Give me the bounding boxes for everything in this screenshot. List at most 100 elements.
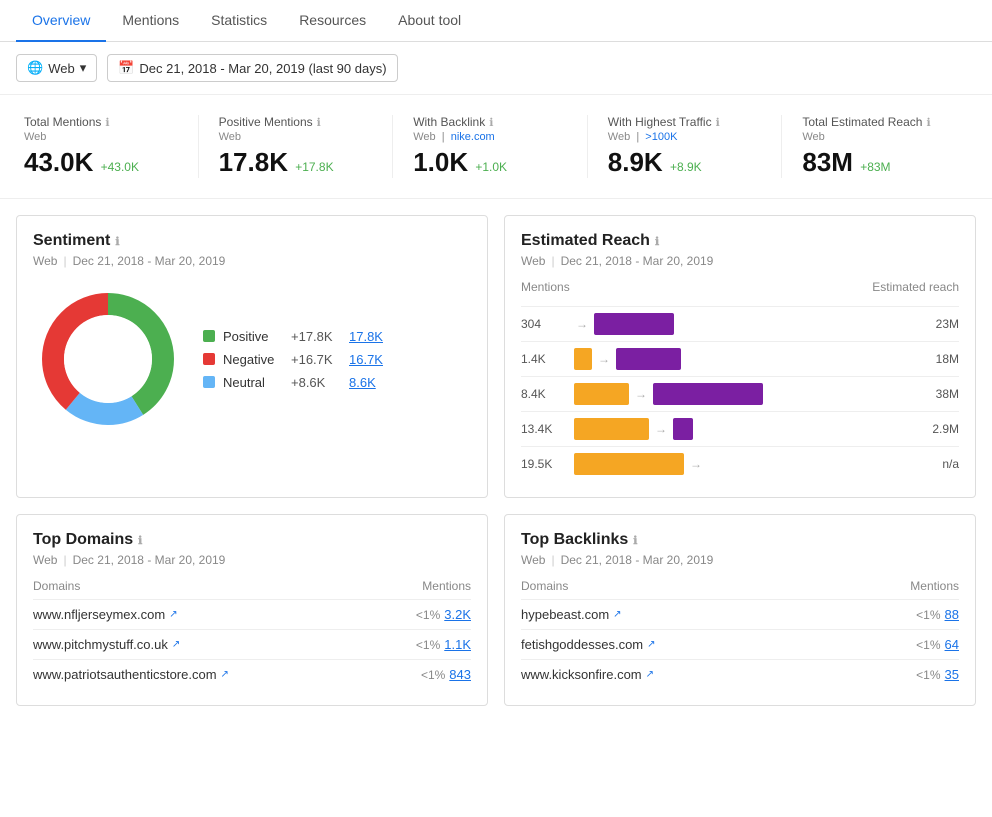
info-icon-domains[interactable]: ℹ bbox=[138, 534, 142, 547]
legend-link[interactable]: 8.6K bbox=[349, 375, 376, 390]
reach-meta: Web | Dec 21, 2018 - Mar 20, 2019 bbox=[521, 254, 959, 268]
reach-bar-area: → bbox=[574, 453, 916, 475]
reach-bar bbox=[653, 383, 763, 405]
reach-row: 1.4K → 18M bbox=[521, 341, 959, 376]
reach-bar-area: → bbox=[574, 348, 916, 370]
reach-estimated-value: n/a bbox=[924, 457, 959, 471]
domain-pct: <1% bbox=[421, 668, 445, 682]
legend-label: Neutral bbox=[223, 375, 283, 390]
stat-value: 17.8K +17.8K bbox=[219, 147, 373, 178]
arrow-icon: → bbox=[653, 422, 669, 436]
reach-row: 8.4K → 38M bbox=[521, 376, 959, 411]
info-icon[interactable]: ℹ bbox=[926, 116, 930, 129]
external-link-icon[interactable]: ↗ bbox=[221, 669, 229, 680]
stats-row: Total Mentions ℹ Web 43.0K +43.0K Positi… bbox=[0, 95, 992, 199]
legend-label: Positive bbox=[223, 329, 283, 344]
tab-bar: OverviewMentionsStatisticsResourcesAbout… bbox=[0, 0, 992, 42]
reach-estimated-value: 38M bbox=[924, 387, 959, 401]
reach-title: Estimated Reach ℹ bbox=[521, 232, 959, 250]
stat-sublabel: Web bbox=[24, 131, 178, 143]
reach-row: 304 → 23M bbox=[521, 306, 959, 341]
reach-bar bbox=[673, 418, 693, 440]
info-icon[interactable]: ℹ bbox=[115, 235, 119, 248]
external-link-icon[interactable]: ↗ bbox=[169, 609, 177, 620]
source-selector[interactable]: 🌐 Web ▾ bbox=[16, 54, 97, 82]
stat-sublabel: Web | nike.com bbox=[413, 131, 567, 143]
external-link-icon[interactable]: ↗ bbox=[646, 669, 654, 680]
backlinks-table: Domains Mentions hypebeast.com ↗ <1% 88 … bbox=[521, 579, 959, 689]
reach-mentions-value: 304 bbox=[521, 317, 566, 331]
domain-pct: <1% bbox=[916, 638, 940, 652]
tab-statistics[interactable]: Statistics bbox=[195, 0, 283, 42]
reach-bar bbox=[616, 348, 681, 370]
legend-change: +16.7K bbox=[291, 352, 341, 367]
domain-pct: <1% bbox=[416, 638, 440, 652]
info-icon[interactable]: ℹ bbox=[716, 116, 720, 129]
domain-row: www.pitchmystuff.co.uk ↗ <1% 1.1K bbox=[33, 629, 471, 659]
domains-meta: Web | Dec 21, 2018 - Mar 20, 2019 bbox=[33, 553, 471, 567]
stat-label: Total Mentions ℹ bbox=[24, 115, 178, 129]
legend-label: Negative bbox=[223, 352, 283, 367]
tab-about-tool[interactable]: About tool bbox=[382, 0, 477, 42]
domain-row: www.patriotsauthenticstore.com ↗ <1% 843 bbox=[33, 659, 471, 689]
domain-count[interactable]: 3.2K bbox=[444, 607, 471, 622]
legend-item: Neutral +8.6K 8.6K bbox=[203, 375, 383, 390]
domain-count[interactable]: 1.1K bbox=[444, 637, 471, 652]
reach-bar-area: → bbox=[574, 383, 916, 405]
domain-pct: <1% bbox=[916, 608, 940, 622]
domains-header: Domains Mentions bbox=[33, 579, 471, 599]
mentions-bar bbox=[574, 348, 592, 370]
stat-label: With Highest Traffic ℹ bbox=[608, 115, 762, 129]
legend-dot bbox=[203, 330, 215, 342]
sentiment-title: Sentiment ℹ bbox=[33, 232, 471, 250]
domain-count[interactable]: 88 bbox=[945, 607, 959, 622]
tab-overview[interactable]: Overview bbox=[16, 0, 106, 42]
legend-dot bbox=[203, 376, 215, 388]
info-icon-backlinks[interactable]: ℹ bbox=[633, 534, 637, 547]
legend-link[interactable]: 17.8K bbox=[349, 329, 383, 344]
stat-value: 1.0K +1.0K bbox=[413, 147, 567, 178]
stat-change: +43.0K bbox=[101, 160, 139, 174]
legend-item: Positive +17.8K 17.8K bbox=[203, 329, 383, 344]
legend-item: Negative +16.7K 16.7K bbox=[203, 352, 383, 367]
tab-resources[interactable]: Resources bbox=[283, 0, 382, 42]
domain-name: www.patriotsauthenticstore.com ↗ bbox=[33, 667, 421, 682]
stat-label: With Backlink ℹ bbox=[413, 115, 567, 129]
stat-item-0: Total Mentions ℹ Web 43.0K +43.0K bbox=[16, 115, 199, 178]
chevron-down-icon: ▾ bbox=[80, 60, 87, 76]
info-icon[interactable]: ℹ bbox=[489, 116, 493, 129]
legend-change: +8.6K bbox=[291, 375, 341, 390]
sentiment-card: Sentiment ℹ Web | Dec 21, 2018 - Mar 20,… bbox=[16, 215, 488, 498]
legend-link[interactable]: 16.7K bbox=[349, 352, 383, 367]
stat-item-4: Total Estimated Reach ℹ Web 83M +83M bbox=[782, 115, 976, 178]
external-link-icon[interactable]: ↗ bbox=[172, 639, 180, 650]
tab-mentions[interactable]: Mentions bbox=[106, 0, 195, 42]
backlinks-header: Domains Mentions bbox=[521, 579, 959, 599]
domain-count[interactable]: 843 bbox=[449, 667, 471, 682]
reach-mentions-value: 19.5K bbox=[521, 457, 566, 471]
sentiment-legend: Positive +17.8K 17.8K Negative +16.7K 16… bbox=[203, 329, 383, 390]
external-link-icon[interactable]: ↗ bbox=[613, 609, 621, 620]
stat-label: Positive Mentions ℹ bbox=[219, 115, 373, 129]
date-range-selector[interactable]: 📅 Dec 21, 2018 - Mar 20, 2019 (last 90 d… bbox=[107, 54, 397, 82]
info-icon[interactable]: ℹ bbox=[317, 116, 321, 129]
reach-estimated-value: 2.9M bbox=[924, 422, 959, 436]
stat-change: +17.8K bbox=[295, 160, 333, 174]
stat-sublabel: Web bbox=[219, 131, 373, 143]
top-domains-card: Top Domains ℹ Web | Dec 21, 2018 - Mar 2… bbox=[16, 514, 488, 706]
external-link-icon[interactable]: ↗ bbox=[647, 639, 655, 650]
reach-bar bbox=[594, 313, 674, 335]
reach-bar-area: → bbox=[574, 313, 916, 335]
calendar-icon: 📅 bbox=[118, 60, 134, 76]
toolbar: 🌐 Web ▾ 📅 Dec 21, 2018 - Mar 20, 2019 (l… bbox=[0, 42, 992, 95]
domain-count[interactable]: 64 bbox=[945, 637, 959, 652]
cards-row-2: Top Domains ℹ Web | Dec 21, 2018 - Mar 2… bbox=[16, 514, 976, 706]
info-icon-reach[interactable]: ℹ bbox=[655, 235, 659, 248]
estimated-reach-card: Estimated Reach ℹ Web | Dec 21, 2018 - M… bbox=[504, 215, 976, 498]
stat-change: +83M bbox=[860, 160, 890, 174]
domain-count[interactable]: 35 bbox=[945, 667, 959, 682]
domains-title: Top Domains ℹ bbox=[33, 531, 471, 549]
reach-header-right: Estimated reach bbox=[872, 280, 959, 294]
stat-item-2: With Backlink ℹ Web | nike.com 1.0K +1.0… bbox=[393, 115, 588, 178]
info-icon[interactable]: ℹ bbox=[105, 116, 109, 129]
